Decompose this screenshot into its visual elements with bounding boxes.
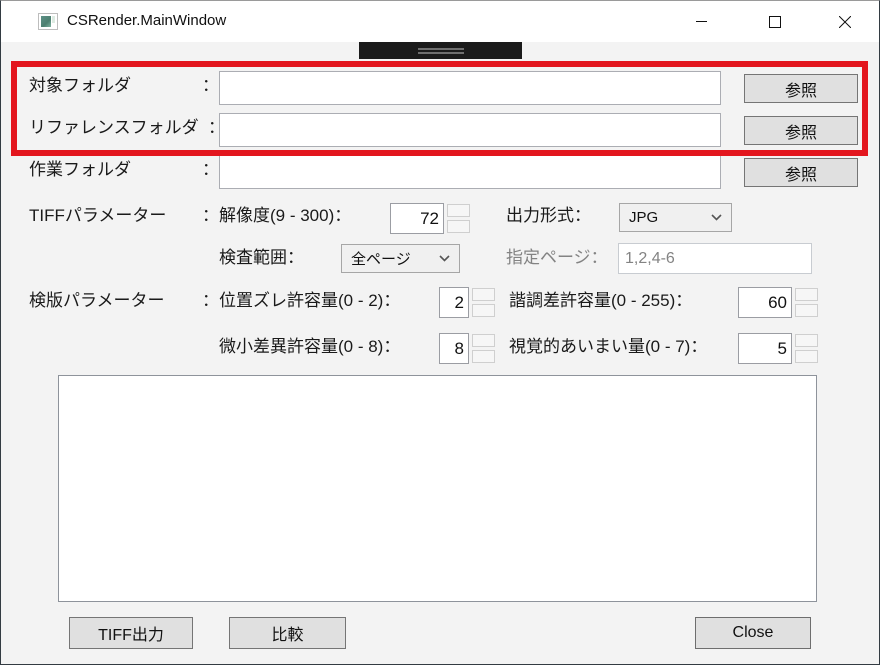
reference-folder-label: リファレンスフォルダ <box>29 118 199 138</box>
work-folder-colon: ： <box>202 160 219 180</box>
target-folder-browse-button[interactable]: 参照 <box>744 74 858 103</box>
output-format-label: 出力形式： <box>506 206 591 226</box>
chevron-down-icon <box>711 214 722 221</box>
grip-handle-icon <box>418 48 464 54</box>
tone-tolerance-input[interactable]: 60 <box>738 287 792 318</box>
app-icon-art-side <box>52 16 55 23</box>
verify-params-label: 検版パラメーター <box>29 291 165 311</box>
spin-down-button[interactable] <box>795 304 818 317</box>
screen-share-toolbar-tab[interactable] <box>359 42 522 59</box>
target-folder-colon: ： <box>202 76 219 96</box>
micro-diff-tolerance-input[interactable]: 8 <box>439 333 469 364</box>
app-icon-art <box>41 16 51 27</box>
window-title: CSRender.MainWindow <box>67 12 226 29</box>
tiff-params-colon: ： <box>202 206 219 226</box>
visual-ambiguity-spinner <box>795 334 818 363</box>
scan-range-label: 検査範囲： <box>219 248 304 268</box>
app-window: CSRender.MainWindow <box>0 0 880 665</box>
titlebar: CSRender.MainWindow <box>1 1 879 42</box>
output-format-value: JPG <box>629 209 658 226</box>
position-tolerance-label: 位置ズレ許容量(0 - 2)： <box>219 291 400 311</box>
chevron-down-icon <box>439 255 450 262</box>
verify-params-colon: ： <box>202 291 219 311</box>
close-action-button[interactable]: Close <box>695 617 811 649</box>
tiff-params-label: TIFFパラメーター <box>29 206 166 226</box>
work-folder-input[interactable] <box>219 155 721 189</box>
resolution-spinner <box>447 204 470 233</box>
spin-up-button[interactable] <box>795 334 818 347</box>
maximize-icon <box>769 16 781 28</box>
close-button[interactable] <box>822 1 868 42</box>
scan-range-value: 全ページ <box>351 248 411 269</box>
maximize-button[interactable] <box>752 1 798 42</box>
work-folder-browse-button[interactable]: 参照 <box>744 158 858 187</box>
spin-down-button[interactable] <box>472 304 495 317</box>
app-icon <box>38 13 58 30</box>
minimize-button[interactable] <box>678 1 724 42</box>
resolution-label: 解像度(9 - 300)： <box>219 206 351 226</box>
window-controls <box>678 1 868 42</box>
spin-up-button[interactable] <box>795 288 818 301</box>
scan-range-select[interactable]: 全ページ <box>341 244 460 273</box>
tiff-output-button[interactable]: TIFF出力 <box>69 617 193 649</box>
target-folder-input[interactable] <box>219 71 721 105</box>
spin-up-button[interactable] <box>472 288 495 301</box>
visual-ambiguity-label: 視覚的あいまい量(0 - 7)： <box>509 337 707 357</box>
reference-folder-input[interactable] <box>219 113 721 147</box>
visual-ambiguity-input[interactable]: 5 <box>738 333 792 364</box>
tone-tolerance-label: 諧調差許容量(0 - 255)： <box>509 291 692 311</box>
spin-up-button[interactable] <box>472 334 495 347</box>
output-format-select[interactable]: JPG <box>619 203 732 232</box>
resolution-input[interactable]: 72 <box>390 203 444 234</box>
spin-down-button[interactable] <box>795 350 818 363</box>
micro-diff-tolerance-spinner <box>472 334 495 363</box>
position-tolerance-spinner <box>472 288 495 317</box>
page-spec-label: 指定ページ： <box>506 248 608 268</box>
log-output-area[interactable] <box>58 375 817 602</box>
tone-tolerance-spinner <box>795 288 818 317</box>
micro-diff-tolerance-label: 微小差異許容量(0 - 8)： <box>219 337 400 357</box>
close-icon <box>839 16 851 28</box>
target-folder-label: 対象フォルダ <box>29 76 131 96</box>
minimize-icon <box>696 16 707 27</box>
position-tolerance-input[interactable]: 2 <box>439 287 469 318</box>
spin-down-button[interactable] <box>447 220 470 233</box>
spin-down-button[interactable] <box>472 350 495 363</box>
work-folder-label: 作業フォルダ <box>29 160 131 180</box>
page-spec-input[interactable] <box>618 243 812 274</box>
reference-folder-browse-button[interactable]: 参照 <box>744 116 858 145</box>
compare-button[interactable]: 比較 <box>229 617 346 649</box>
spin-up-button[interactable] <box>447 204 470 217</box>
